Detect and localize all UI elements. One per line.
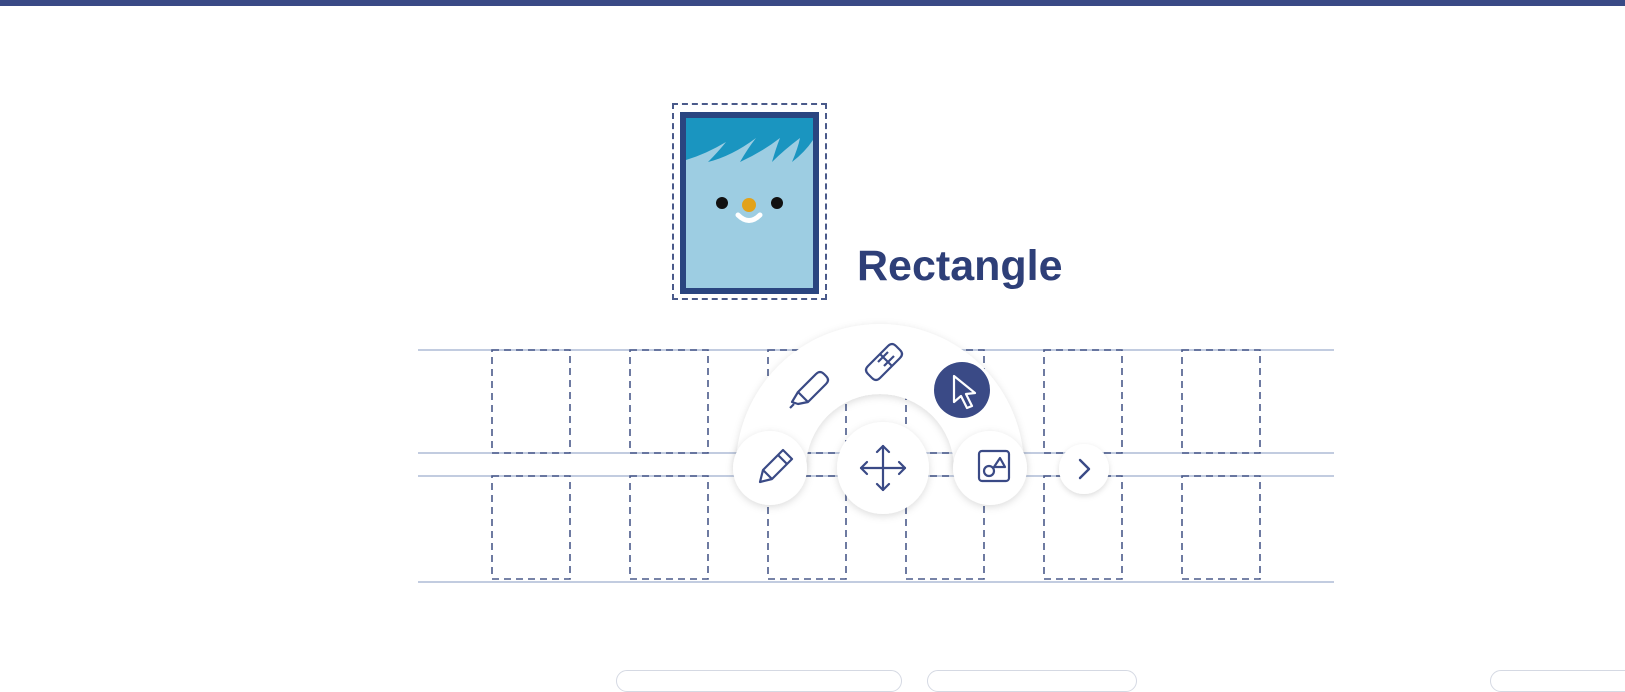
bottom-control-right[interactable] — [1490, 670, 1625, 692]
pencil-tool-button[interactable] — [750, 442, 798, 490]
practice-box[interactable] — [629, 475, 709, 580]
practice-box[interactable] — [629, 349, 709, 454]
practice-box[interactable] — [491, 349, 571, 454]
tool-arc-menu — [733, 324, 1027, 514]
top-accent-bar — [0, 0, 1625, 6]
select-tool-button[interactable] — [934, 362, 990, 418]
bottom-controls — [0, 670, 1625, 692]
eraser-tool-button[interactable] — [861, 334, 909, 382]
bottom-control-left[interactable] — [616, 670, 902, 692]
move-tool-button[interactable] — [837, 422, 929, 514]
highlighter-tool-button[interactable] — [784, 366, 832, 414]
expand-menu-button[interactable] — [1058, 443, 1110, 495]
shape-name-title: Rectangle — [857, 242, 1063, 290]
practice-box[interactable] — [1181, 349, 1261, 454]
practice-box[interactable] — [491, 475, 571, 580]
practice-box[interactable] — [1181, 475, 1261, 580]
rectangle-mascot-icon — [680, 112, 819, 294]
shapes-tool-button[interactable] — [970, 442, 1018, 490]
bottom-control-middle[interactable] — [927, 670, 1137, 692]
practice-box[interactable] — [1043, 349, 1123, 454]
